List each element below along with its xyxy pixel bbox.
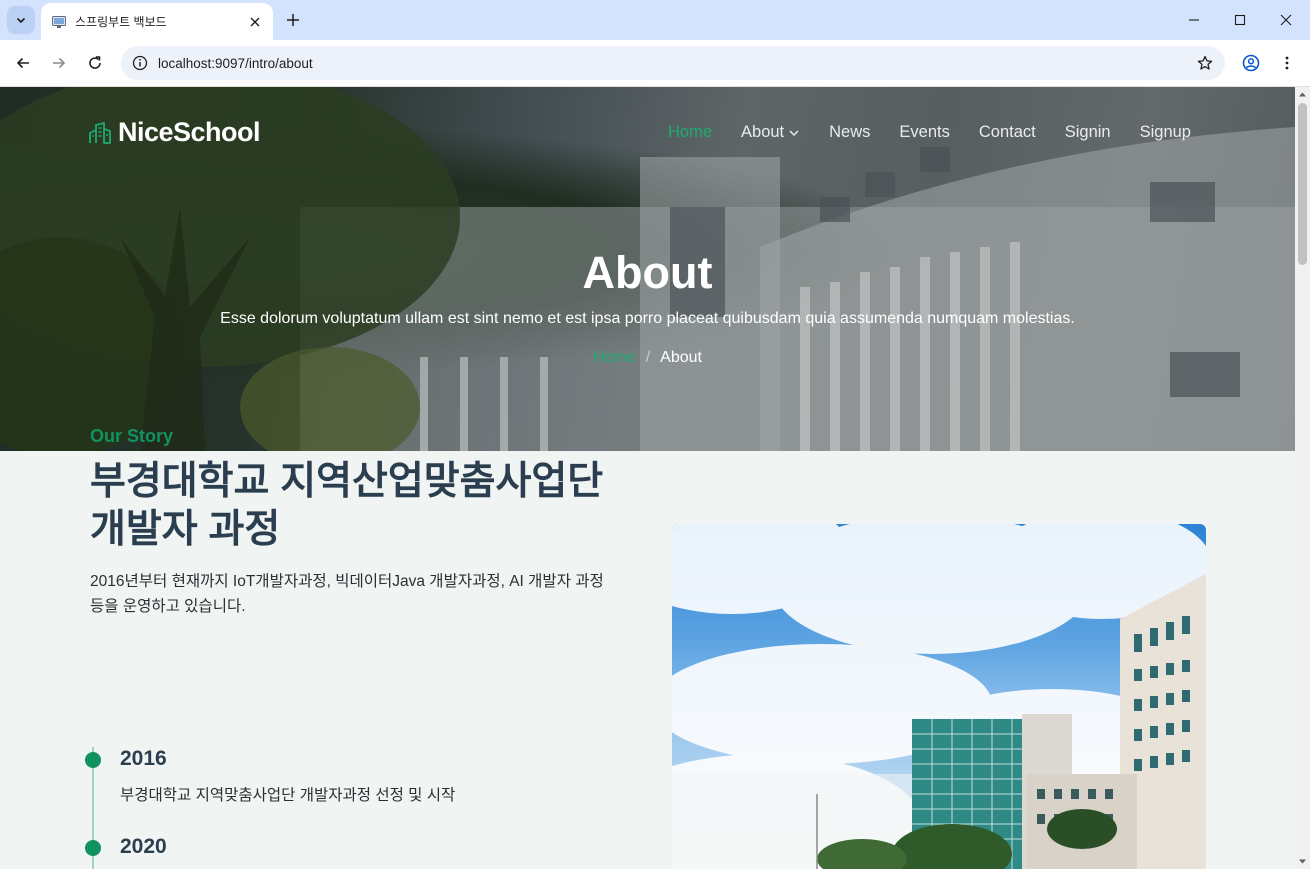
chevron-down-icon <box>789 129 799 136</box>
nav-about[interactable]: About <box>741 123 800 142</box>
browser-tab[interactable]: 스프링부트 백보드 <box>41 3 273 40</box>
address-bar[interactable]: localhost:9097/intro/about <box>121 46 1225 80</box>
back-button[interactable] <box>9 49 37 77</box>
nav-signup[interactable]: Signup <box>1140 123 1191 142</box>
site-info-icon[interactable] <box>131 54 149 72</box>
maximize-button[interactable] <box>1218 6 1262 34</box>
url-text[interactable]: localhost:9097/intro/about <box>158 56 1191 71</box>
timeline-dot <box>85 840 101 856</box>
hero-section: NiceSchool Home About News Events Contac… <box>0 87 1295 451</box>
campus-photo <box>672 524 1206 869</box>
timeline-text: 부경대학교 지역맞춤사업단 개발자과정 선정 및 시작 <box>120 787 456 804</box>
maximize-icon <box>1234 14 1246 26</box>
nav-events[interactable]: Events <box>899 123 949 142</box>
close-icon <box>1280 14 1292 26</box>
scroll-thumb[interactable] <box>1298 103 1307 265</box>
breadcrumb-separator: / <box>645 349 651 366</box>
profile-icon <box>1242 54 1260 72</box>
arrow-right-icon <box>53 57 66 69</box>
nav-contact[interactable]: Contact <box>979 123 1036 142</box>
breadcrumb: Home / About <box>0 349 1295 367</box>
reload-icon <box>89 56 101 69</box>
section-kicker: Our Story <box>90 426 174 446</box>
nav-news[interactable]: News <box>829 123 870 142</box>
timeline-dot <box>85 752 101 768</box>
tab-list-button[interactable] <box>7 6 35 34</box>
timeline-year: 2020 <box>120 835 167 858</box>
site-logo[interactable]: NiceSchool <box>88 117 261 148</box>
logo-text: NiceSchool <box>118 117 261 147</box>
monitor-favicon-icon <box>52 15 66 28</box>
nav-about-label: About <box>741 123 785 141</box>
arrow-left-icon <box>16 57 29 69</box>
nav-home[interactable]: Home <box>668 123 712 142</box>
bookmark-star-icon[interactable] <box>1191 49 1219 77</box>
more-vert-icon <box>1285 56 1289 70</box>
profile-button[interactable] <box>1237 49 1265 77</box>
plus-icon <box>287 14 299 26</box>
page-viewport: NiceSchool Home About News Events Contac… <box>0 87 1310 869</box>
school-building-icon <box>89 121 111 144</box>
minimize-icon <box>1189 19 1199 21</box>
scroll-down-arrow-icon[interactable] <box>1298 857 1307 866</box>
browser-toolbar: localhost:9097/intro/about <box>0 40 1310 87</box>
tab-title: 스프링부트 백보드 <box>75 15 167 29</box>
timeline-year: 2016 <box>120 747 167 770</box>
page-scrollbar[interactable] <box>1295 87 1310 869</box>
main-nav: Home About News Events Contact Signin Si… <box>639 123 1191 142</box>
scroll-up-arrow-icon[interactable] <box>1298 90 1307 99</box>
browser-tab-bar: 스프링부트 백보드 <box>0 0 1310 40</box>
new-tab-button[interactable] <box>281 8 305 32</box>
breadcrumb-home-link[interactable]: Home <box>593 349 636 366</box>
reload-button[interactable] <box>81 49 109 77</box>
nav-signin[interactable]: Signin <box>1065 123 1111 142</box>
minimize-button[interactable] <box>1172 6 1216 34</box>
breadcrumb-current: About <box>660 349 702 366</box>
section-description: 2016년부터 현재까지 IoT개발자과정, 빅데이터Java 개발자과정, A… <box>90 573 604 615</box>
chevron-down-icon <box>16 17 26 24</box>
close-tab-icon[interactable] <box>247 14 263 30</box>
menu-button[interactable] <box>1273 49 1301 77</box>
page-title: About <box>582 247 713 298</box>
campus-photo-image <box>672 524 1206 869</box>
close-window-button[interactable] <box>1264 6 1308 34</box>
forward-button[interactable] <box>45 49 73 77</box>
section-headline: 부경대학교 지역산업맞춤사업단 개발자 과정 <box>90 460 604 551</box>
hero-subtitle: Esse dolorum voluptatum ullam est sint n… <box>220 310 1075 327</box>
